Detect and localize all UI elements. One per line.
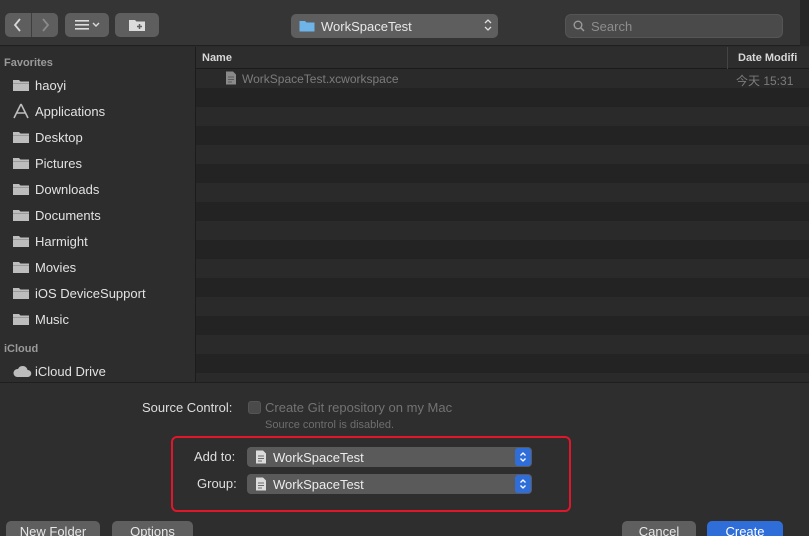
nav-buttons [5, 13, 58, 37]
folder-icon [12, 285, 32, 301]
sidebar-item-label: Documents [35, 207, 101, 223]
table-row [196, 335, 809, 354]
table-row[interactable]: WorkSpaceTest.xcworkspace 今天 15:31 [196, 69, 809, 88]
sidebar-item-ios-devicesupport[interactable]: iOS DeviceSupport [0, 280, 196, 306]
file-list-header: Name Date Modifi [196, 47, 809, 69]
sidebar-item-movies[interactable]: Movies [0, 254, 196, 280]
sidebar-item-applications[interactable]: Applications [0, 98, 196, 124]
folder-icon [12, 311, 32, 327]
folder-icon [12, 207, 32, 223]
create-git-checkbox[interactable] [248, 401, 261, 414]
table-row [196, 126, 809, 145]
sidebar-item-label: Music [35, 311, 69, 327]
table-row [196, 107, 809, 126]
table-row [196, 183, 809, 202]
up-down-arrows-icon [515, 475, 531, 493]
workspace-file-icon [226, 71, 236, 85]
search-input[interactable] [591, 18, 771, 34]
toolbar: WorkSpaceTest [0, 0, 809, 46]
table-row [196, 221, 809, 240]
table-row [196, 202, 809, 221]
file-name: WorkSpaceTest.xcworkspace [242, 72, 399, 86]
sidebar: Favorites haoyi Applications Desktop Pic… [0, 47, 196, 382]
window-edge [800, 0, 809, 46]
create-button[interactable]: Create [707, 521, 783, 536]
up-down-arrows-icon [515, 448, 531, 466]
options-panel: Source Control: Create Git repository on… [0, 382, 809, 536]
add-to-popup[interactable]: WorkSpaceTest [247, 447, 532, 467]
column-header-date[interactable]: Date Modifi [738, 52, 797, 64]
file-list: Name Date Modifi WorkSpaceTest.xcworkspa… [196, 47, 809, 382]
sidebar-item-label: Harmight [35, 233, 88, 249]
sidebar-item-music[interactable]: Music [0, 306, 196, 332]
sidebar-item-label: Pictures [35, 155, 82, 171]
location-popup[interactable]: WorkSpaceTest [291, 14, 498, 38]
folder-icon [12, 129, 32, 145]
sidebar-item-label: Movies [35, 259, 77, 275]
new-folder-button[interactable]: New Folder [6, 521, 100, 536]
table-row [196, 259, 809, 278]
source-control-label: Source Control: [142, 400, 233, 415]
add-to-value: WorkSpaceTest [273, 449, 364, 465]
folder-icon [12, 155, 32, 171]
new-folder-toolbar-button[interactable] [115, 13, 159, 37]
file-date: 今天 15:31 [736, 74, 794, 88]
sidebar-item-desktop[interactable]: Desktop [0, 124, 196, 150]
icloud-heading: iCloud [4, 343, 39, 355]
table-row [196, 354, 809, 373]
chevron-right-icon [42, 18, 50, 32]
sidebar-item-label: Desktop [35, 129, 83, 145]
folder-icon [12, 181, 32, 197]
folder-icon [12, 77, 32, 93]
add-to-label: Add to: [194, 449, 236, 464]
applications-icon [12, 103, 32, 119]
sidebar-item-downloads[interactable]: Downloads [0, 176, 196, 202]
sidebar-item-harmight[interactable]: Harmight [0, 228, 196, 254]
folder-icon [299, 21, 315, 32]
table-row [196, 373, 809, 382]
up-down-arrows-icon [484, 19, 492, 31]
column-header-name[interactable]: Name [202, 52, 232, 64]
sidebar-item-pictures[interactable]: Pictures [0, 150, 196, 176]
create-git-label: Create Git repository on my Mac [265, 400, 453, 415]
workspace-file-icon [256, 450, 266, 464]
folder-plus-icon [129, 20, 145, 31]
list-view-icon [75, 20, 100, 30]
table-row [196, 164, 809, 183]
sidebar-item-label: iOS DeviceSupport [35, 285, 146, 301]
search-icon [573, 20, 585, 32]
table-row [196, 278, 809, 297]
table-row [196, 316, 809, 335]
group-value: WorkSpaceTest [273, 476, 364, 492]
sidebar-item-icloud-drive[interactable]: iCloud Drive [0, 358, 196, 382]
sidebar-item-label: Downloads [35, 181, 100, 197]
view-mode-button[interactable] [65, 13, 109, 37]
workspace-file-icon [256, 477, 266, 491]
group-popup[interactable]: WorkSpaceTest [247, 474, 532, 494]
sidebar-item-documents[interactable]: Documents [0, 202, 196, 228]
chevron-left-icon [13, 18, 21, 32]
back-button[interactable] [5, 13, 31, 37]
options-button[interactable]: Options [112, 521, 193, 536]
sidebar-item-label: Applications [35, 103, 106, 119]
folder-icon [12, 233, 32, 249]
group-label: Group: [197, 476, 237, 491]
table-row [196, 297, 809, 316]
cloud-icon [12, 363, 32, 379]
favorites-heading: Favorites [4, 57, 53, 69]
cancel-button[interactable]: Cancel [622, 521, 696, 536]
table-row [196, 145, 809, 164]
table-row [196, 240, 809, 259]
column-separator[interactable] [727, 47, 728, 69]
sidebar-item-haoyi[interactable]: haoyi [0, 72, 196, 98]
search-field[interactable] [565, 14, 783, 38]
location-label: WorkSpaceTest [321, 18, 412, 34]
sidebar-item-label: iCloud Drive [35, 363, 106, 379]
sidebar-item-label: haoyi [35, 77, 67, 93]
source-disabled-note: Source control is disabled. [265, 419, 395, 431]
table-row [196, 88, 809, 107]
folder-icon [12, 259, 32, 275]
forward-button[interactable] [32, 13, 58, 37]
